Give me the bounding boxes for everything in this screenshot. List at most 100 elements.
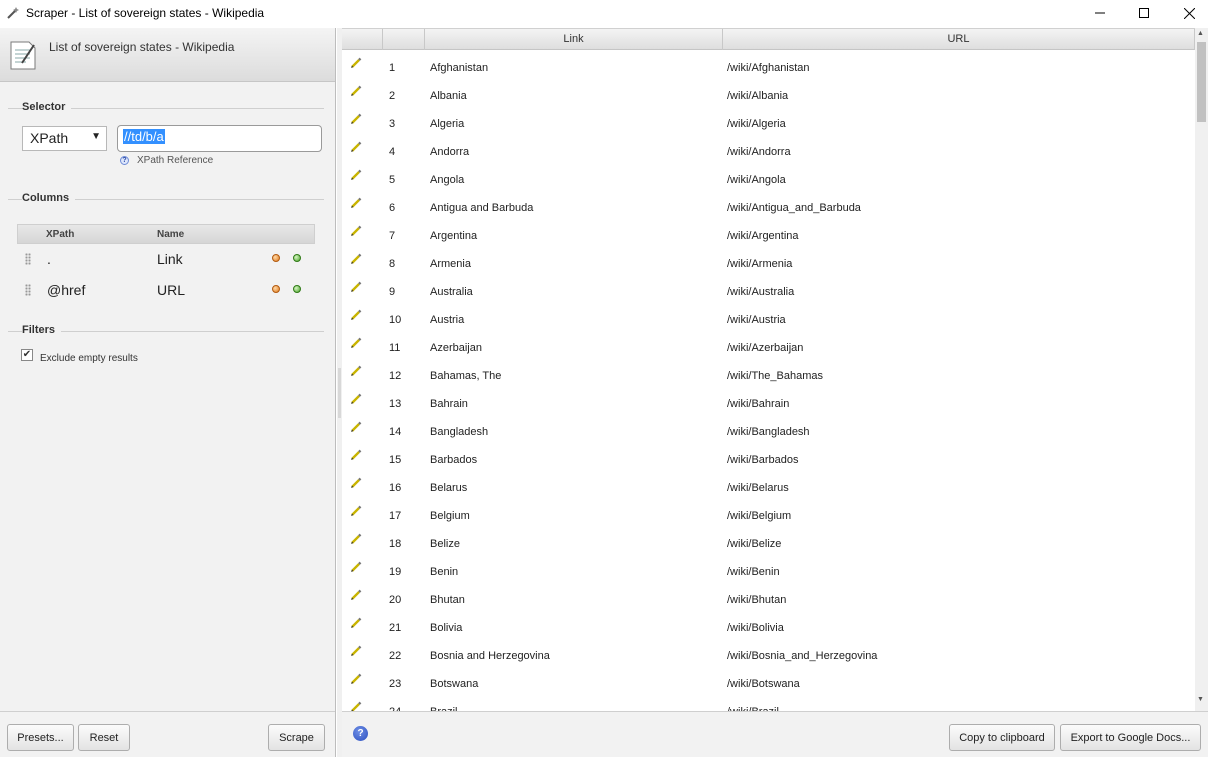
link-cell: Albania bbox=[430, 90, 467, 102]
xpath-input[interactable]: //td/b/a bbox=[117, 125, 322, 152]
pencil-icon[interactable] bbox=[350, 505, 362, 517]
export-to-google-docs-button[interactable]: Export to Google Docs... bbox=[1060, 724, 1201, 751]
remove-circle-icon[interactable] bbox=[272, 254, 280, 262]
link-column-header[interactable]: Link bbox=[425, 29, 723, 50]
reset-button[interactable]: Reset bbox=[78, 724, 130, 751]
number-column-header bbox=[383, 29, 425, 50]
column-xpath[interactable]: . bbox=[47, 251, 51, 267]
table-row[interactable]: 24Brazil/wiki/Brazil bbox=[342, 698, 1195, 711]
table-row[interactable]: 3 Algeria/wiki/Algeria bbox=[342, 110, 1195, 138]
help-icon[interactable]: ? bbox=[353, 726, 368, 741]
table-row[interactable]: 11 Azerbaijan/wiki/Azerbaijan bbox=[342, 334, 1195, 362]
table-row[interactable]: 12 Bahamas, The/wiki/The_Bahamas bbox=[342, 362, 1195, 390]
pencil-icon[interactable] bbox=[350, 309, 362, 321]
pencil-icon[interactable] bbox=[350, 393, 362, 405]
xpath-column-header: XPath bbox=[46, 229, 75, 240]
pencil-icon[interactable] bbox=[350, 421, 362, 433]
pencil-icon[interactable] bbox=[350, 253, 362, 265]
table-row[interactable]: 19 Benin/wiki/Benin bbox=[342, 558, 1195, 586]
table-row[interactable]: 7 Argentina/wiki/Argentina bbox=[342, 222, 1195, 250]
grip-icon[interactable] bbox=[25, 284, 31, 296]
vertical-scrollbar[interactable]: ▲ ▼ bbox=[1195, 28, 1208, 711]
maximize-button[interactable] bbox=[1121, 0, 1167, 26]
pencil-icon[interactable] bbox=[350, 113, 362, 125]
url-cell: /wiki/Benin bbox=[727, 566, 780, 578]
table-row[interactable]: 17 Belgium/wiki/Belgium bbox=[342, 502, 1195, 530]
table-row[interactable]: 21 Bolivia/wiki/Bolivia bbox=[342, 614, 1195, 642]
table-row[interactable]: 10 Austria/wiki/Austria bbox=[342, 306, 1195, 334]
selector-type-dropdown[interactable]: XPath ▼ bbox=[22, 126, 107, 151]
scrape-button[interactable]: Scrape bbox=[268, 724, 325, 751]
pencil-icon[interactable] bbox=[350, 617, 362, 629]
column-name[interactable]: Link bbox=[157, 251, 183, 267]
close-button[interactable] bbox=[1166, 0, 1208, 26]
pencil-icon[interactable] bbox=[350, 589, 362, 601]
scroll-down-icon[interactable]: ▼ bbox=[1197, 696, 1204, 703]
pencil-icon[interactable] bbox=[350, 85, 362, 97]
pencil-icon[interactable] bbox=[350, 673, 362, 685]
page-title: List of sovereign states - Wikipedia bbox=[49, 40, 235, 54]
table-row[interactable]: 6 Antigua and Barbuda/wiki/Antigua_and_Ba… bbox=[342, 194, 1195, 222]
pencil-icon[interactable] bbox=[350, 561, 362, 573]
link-cell: Argentina bbox=[430, 230, 478, 242]
column-xpath[interactable]: @href bbox=[47, 282, 85, 298]
copy-to-clipboard-button[interactable]: Copy to clipboard bbox=[949, 724, 1055, 751]
add-circle-icon[interactable] bbox=[293, 254, 301, 262]
add-circle-icon[interactable] bbox=[293, 285, 301, 293]
pencil-icon[interactable] bbox=[350, 533, 362, 545]
column-row: @href URL bbox=[17, 276, 315, 304]
scroll-up-icon[interactable]: ▲ bbox=[1197, 30, 1204, 37]
table-row[interactable]: 8 Armenia/wiki/Armenia bbox=[342, 250, 1195, 278]
row-number: 2 bbox=[389, 90, 396, 102]
pencil-icon[interactable] bbox=[350, 365, 362, 377]
table-row[interactable]: 18 Belize/wiki/Belize bbox=[342, 530, 1195, 558]
link-cell: Algeria bbox=[430, 118, 465, 130]
pencil-icon[interactable] bbox=[350, 449, 362, 461]
scrollbar-thumb[interactable] bbox=[1197, 42, 1206, 122]
link-cell: Australia bbox=[430, 286, 473, 298]
pencil-icon[interactable] bbox=[350, 141, 362, 153]
columns-table-header: XPath Name bbox=[17, 224, 315, 244]
pencil-icon[interactable] bbox=[350, 281, 362, 293]
url-column-header[interactable]: URL bbox=[723, 29, 1195, 50]
selector-section-label: Selector bbox=[22, 101, 72, 113]
pencil-icon[interactable] bbox=[350, 57, 362, 69]
table-row[interactable]: 13 Bahrain/wiki/Bahrain bbox=[342, 390, 1195, 418]
url-cell: /wiki/Angola bbox=[727, 174, 786, 186]
presets-button[interactable]: Presets... bbox=[7, 724, 74, 751]
table-row[interactable]: 16 Belarus/wiki/Belarus bbox=[342, 474, 1195, 502]
xpath-reference-link[interactable]: XPath Reference bbox=[137, 155, 213, 166]
pencil-icon[interactable] bbox=[350, 197, 362, 209]
link-cell: Afghanistan bbox=[430, 62, 489, 74]
title-bar: Scraper - List of sovereign states - Wik… bbox=[0, 0, 1208, 26]
pencil-icon[interactable] bbox=[350, 225, 362, 237]
splitter-handle[interactable] bbox=[338, 368, 341, 418]
table-row[interactable]: 15 Barbados/wiki/Barbados bbox=[342, 446, 1195, 474]
pencil-icon[interactable] bbox=[350, 701, 362, 711]
row-number: 17 bbox=[389, 510, 402, 522]
pencil-icon[interactable] bbox=[350, 169, 362, 181]
row-number: 6 bbox=[389, 202, 396, 214]
table-row[interactable]: 23 Botswana/wiki/Botswana bbox=[342, 670, 1195, 698]
row-number: 19 bbox=[389, 566, 402, 578]
table-row[interactable]: 1 Afghanistan/wiki/Afghanistan bbox=[342, 54, 1195, 82]
table-row[interactable]: 22 Bosnia and Herzegovina/wiki/Bosnia_and… bbox=[342, 642, 1195, 670]
url-cell: /wiki/Armenia bbox=[727, 258, 793, 270]
exclude-empty-checkbox[interactable]: ✔ bbox=[21, 349, 33, 361]
table-row[interactable]: 20 Bhutan/wiki/Bhutan bbox=[342, 586, 1195, 614]
pencil-icon[interactable] bbox=[350, 645, 362, 657]
table-row[interactable]: 2 Albania/wiki/Albania bbox=[342, 82, 1195, 110]
table-row[interactable]: 5 Angola/wiki/Angola bbox=[342, 166, 1195, 194]
table-row[interactable]: 4 Andorra/wiki/Andorra bbox=[342, 138, 1195, 166]
pencil-icon[interactable] bbox=[350, 477, 362, 489]
row-number: 21 bbox=[389, 622, 402, 634]
table-row[interactable]: 9 Australia/wiki/Australia bbox=[342, 278, 1195, 306]
results-panel: Link URL 1 Afghanistan/wiki/Afghanistan 2 A… bbox=[342, 28, 1208, 757]
url-cell: /wiki/Austria bbox=[727, 314, 786, 326]
remove-circle-icon[interactable] bbox=[272, 285, 280, 293]
table-row[interactable]: 14 Bangladesh/wiki/Bangladesh bbox=[342, 418, 1195, 446]
column-name[interactable]: URL bbox=[157, 282, 185, 298]
minimize-button[interactable] bbox=[1077, 0, 1123, 26]
pencil-icon[interactable] bbox=[350, 337, 362, 349]
grip-icon[interactable] bbox=[25, 253, 31, 265]
